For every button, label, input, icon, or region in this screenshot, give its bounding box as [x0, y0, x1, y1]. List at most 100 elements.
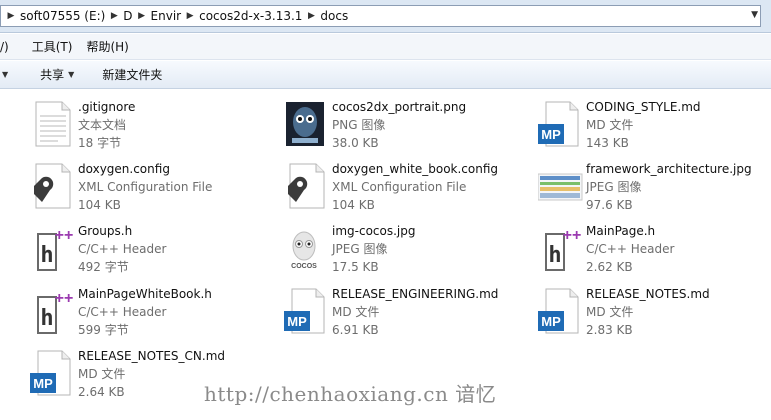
menu-item-help[interactable]: 帮助(H): [79, 38, 135, 55]
svg-text:++: ++: [55, 290, 74, 307]
menu-item-tools[interactable]: 工具(T): [16, 38, 80, 55]
file-type: JPEG 图像: [332, 242, 388, 256]
share-button[interactable]: 共享 ▼: [32, 66, 82, 83]
file-name: doxygen_white_book.config: [332, 162, 499, 176]
file-type: PNG 图像: [332, 118, 386, 132]
markdown-file-icon: MP: [284, 287, 332, 335]
breadcrumb-drive[interactable]: soft07555 (E:): [17, 9, 108, 23]
file-item[interactable]: .gitignore 文本文档 18 字节: [30, 98, 280, 154]
svg-text:h: h: [40, 243, 53, 268]
file-item[interactable]: h ++ MainPage.h C/C++ Header 2.62 KB: [538, 222, 771, 278]
svg-text:h: h: [548, 243, 561, 268]
file-name: cocos2dx_portrait.png: [332, 100, 467, 114]
file-item[interactable]: doxygen.config XML Configuration File 10…: [30, 160, 280, 216]
breadcrumb-docs[interactable]: docs: [317, 9, 351, 23]
file-name: MainPageWhiteBook.h: [78, 287, 212, 301]
file-item[interactable]: h ++ MainPageWhiteBook.h C/C++ Header 59…: [30, 285, 280, 341]
chevron-down-icon: ▼: [68, 70, 75, 79]
file-size: 104 KB: [78, 198, 121, 212]
file-name: CODING_STYLE.md: [586, 100, 701, 114]
file-name: doxygen.config: [78, 162, 170, 176]
markdown-file-icon: MP: [538, 100, 586, 148]
file-item[interactable]: COCOS img-cocos.jpg JPEG 图像 17.5 KB: [284, 222, 534, 278]
config-file-icon: [284, 162, 332, 210]
chevron-down-icon[interactable]: ▼: [751, 10, 758, 20]
file-name: Groups.h: [78, 224, 133, 238]
file-name: img-cocos.jpg: [332, 224, 416, 238]
svg-text:COCOS: COCOS: [291, 263, 317, 270]
file-size: 17.5 KB: [332, 260, 379, 274]
address-breadcrumb[interactable]: ▶ soft07555 (E:) ▶ D ▶ Envir ▶ cocos2d-x…: [0, 5, 761, 27]
file-size: 2.62 KB: [586, 260, 633, 274]
watermark-text: http://chenhaoxiang.cn 谙忆: [204, 382, 497, 406]
file-size: 97.6 KB: [586, 198, 633, 212]
file-type: MD 文件: [78, 367, 126, 381]
breadcrumb-d[interactable]: D: [120, 9, 135, 23]
chevron-right-icon[interactable]: ▶: [108, 11, 120, 21]
menu-item-view[interactable]: /): [0, 40, 16, 54]
file-item[interactable]: MP RELEASE_NOTES.md MD 文件 2.83 KB: [538, 285, 771, 341]
svg-text:h: h: [40, 306, 53, 331]
file-size: 2.64 KB: [78, 385, 125, 399]
svg-text:MP: MP: [541, 127, 561, 142]
chevron-right-icon[interactable]: ▶: [5, 11, 17, 21]
file-type: C/C++ Header: [78, 242, 167, 256]
file-item[interactable]: framework_architecture.jpg JPEG 图像 97.6 …: [537, 160, 771, 216]
file-name: RELEASE_NOTES.md: [586, 287, 710, 301]
file-item[interactable]: h ++ Groups.h C/C++ Header 492 字节: [30, 222, 280, 278]
header-file-icon: h ++: [30, 224, 78, 272]
file-type: C/C++ Header: [78, 305, 167, 319]
file-type: XML Configuration File: [78, 180, 213, 194]
svg-text:MP: MP: [287, 314, 307, 329]
breadcrumb-cocos[interactable]: cocos2d-x-3.13.1: [196, 9, 305, 23]
svg-text:MP: MP: [541, 314, 561, 329]
breadcrumb-envir[interactable]: Envir: [148, 9, 185, 23]
address-bar: ▶ soft07555 (E:) ▶ D ▶ Envir ▶ cocos2d-x…: [0, 0, 771, 33]
file-type: MD 文件: [332, 305, 380, 319]
file-name: MainPage.h: [586, 224, 656, 238]
file-item[interactable]: doxygen_white_book.config XML Configurat…: [284, 160, 534, 216]
file-size: 599 字节: [78, 323, 129, 337]
svg-text:MP: MP: [33, 376, 53, 391]
file-size: 492 字节: [78, 260, 129, 274]
markdown-file-icon: MP: [538, 287, 586, 335]
file-type: C/C++ Header: [586, 242, 675, 256]
image-thumbnail-icon: [284, 100, 332, 148]
chevron-right-icon[interactable]: ▶: [305, 11, 317, 21]
image-thumbnail-icon: COCOS: [284, 224, 332, 272]
file-item[interactable]: MP CODING_STYLE.md MD 文件 143 KB: [538, 98, 771, 154]
text-file-icon: [30, 100, 78, 148]
chevron-down-icon[interactable]: ▼: [2, 70, 8, 79]
file-name: RELEASE_NOTES_CN.md: [78, 349, 226, 363]
config-file-icon: [30, 162, 78, 210]
menu-bar: /) 工具(T) 帮助(H): [0, 34, 771, 60]
command-bar: ▼ 共享 ▼ 新建文件夹: [0, 61, 771, 89]
file-type: JPEG 图像: [586, 180, 642, 194]
header-file-icon: h ++: [538, 224, 586, 272]
svg-text:++: ++: [55, 227, 74, 244]
file-name: RELEASE_ENGINEERING.md: [332, 287, 499, 301]
file-type: XML Configuration File: [332, 180, 467, 194]
file-name: .gitignore: [78, 100, 136, 114]
share-label: 共享: [40, 68, 65, 82]
file-item[interactable]: cocos2dx_portrait.png PNG 图像 38.0 KB: [284, 98, 534, 154]
markdown-file-icon: MP: [30, 349, 78, 397]
chevron-right-icon[interactable]: ▶: [136, 11, 148, 21]
file-size: 6.91 KB: [332, 323, 379, 337]
file-size: 2.83 KB: [586, 323, 633, 337]
file-size: 38.0 KB: [332, 136, 379, 150]
new-folder-button[interactable]: 新建文件夹: [94, 66, 170, 83]
file-name: framework_architecture.jpg: [586, 162, 752, 176]
file-type: 文本文档: [78, 118, 127, 132]
svg-text:++: ++: [563, 227, 582, 244]
file-size: 18 字节: [78, 136, 122, 150]
file-type: MD 文件: [586, 118, 634, 132]
file-list: .gitignore 文本文档 18 字节 cocos2dx_portrait.…: [0, 90, 771, 420]
file-size: 143 KB: [586, 136, 629, 150]
header-file-icon: h ++: [30, 287, 78, 335]
file-type: MD 文件: [586, 305, 634, 319]
image-thumbnail-icon: [537, 162, 586, 210]
chevron-right-icon[interactable]: ▶: [184, 11, 196, 21]
file-item[interactable]: MP RELEASE_ENGINEERING.md MD 文件 6.91 KB: [284, 285, 534, 341]
file-size: 104 KB: [332, 198, 375, 212]
